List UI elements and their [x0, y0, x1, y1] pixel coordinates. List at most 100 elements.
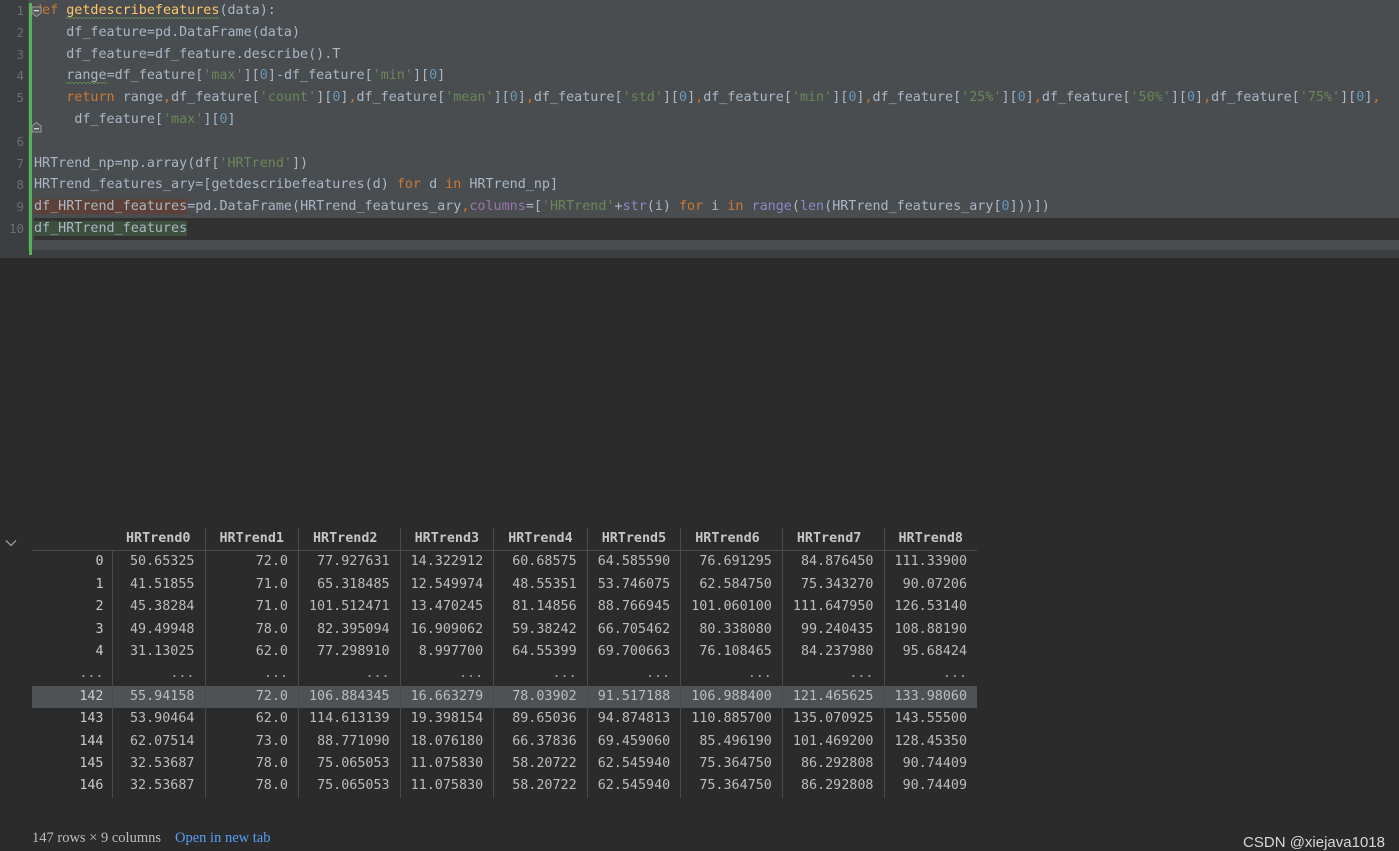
chevron-down-icon[interactable]	[0, 536, 22, 551]
cell[interactable]: 101.512471	[298, 596, 401, 619]
fold-collapse-icon[interactable]	[31, 6, 42, 17]
cell[interactable]: 48.55351	[493, 573, 588, 597]
code-line-8[interactable]: HRTrend_features_ary=[getdescribefeature…	[34, 174, 1399, 196]
table-row[interactable]: 2 45.38284 71.0 101.512471 13.470245 81.…	[32, 596, 977, 619]
cell[interactable]: 66.37836	[493, 730, 588, 754]
cell[interactable]: 32.53687	[112, 753, 206, 776]
cell[interactable]: 18.076180	[400, 730, 495, 754]
cell[interactable]: 75.065053	[298, 753, 401, 776]
code-line-7[interactable]: HRTrend_np=np.array(df['HRTrend'])	[34, 153, 1399, 175]
column-header-HRTrend7[interactable]: HRTrend7	[782, 528, 885, 552]
cell[interactable]: 65.318485	[298, 573, 401, 597]
cell[interactable]: 135.070925	[782, 708, 885, 731]
cell[interactable]: 75.364750	[680, 753, 783, 776]
cell[interactable]: 95.68424	[884, 641, 977, 663]
cell[interactable]: 14.322912	[400, 550, 495, 574]
cell[interactable]: 60.68575	[493, 550, 588, 574]
cell[interactable]: 90.07206	[884, 574, 977, 596]
cell[interactable]: 114.613139	[298, 708, 401, 731]
cell[interactable]: 76.691295	[680, 550, 783, 574]
cell[interactable]: 41.51855	[112, 573, 206, 597]
cell[interactable]: 13.470245	[400, 596, 495, 619]
cell[interactable]: 89.65036	[493, 708, 588, 731]
cell[interactable]: 77.927631	[298, 550, 401, 574]
cell[interactable]: 64.585590	[587, 550, 682, 574]
cell[interactable]: 11.075830	[400, 753, 495, 776]
cell[interactable]: 45.38284	[112, 596, 206, 619]
cell[interactable]: 86.292808	[782, 775, 885, 798]
table-row[interactable]: 146 32.53687 78.0 75.065053 11.075830 58…	[32, 775, 977, 798]
cell[interactable]: 75.065053	[298, 775, 401, 798]
cell[interactable]: 75.343270	[782, 573, 885, 597]
column-header-HRTrend5[interactable]: HRTrend5	[587, 528, 682, 552]
cell[interactable]: 121.465625	[782, 685, 885, 709]
cell[interactable]: 106.884345	[298, 685, 401, 709]
cell[interactable]: 86.292808	[782, 753, 885, 776]
table-row[interactable]: 1 41.51855 71.0 65.318485 12.549974 48.5…	[32, 573, 977, 597]
cell[interactable]: 32.53687	[112, 775, 206, 798]
cell[interactable]: 16.663279	[400, 685, 495, 709]
open-in-new-tab-link[interactable]: Open in new tab	[175, 830, 270, 846]
cell[interactable]: 126.53140	[884, 596, 977, 618]
cell[interactable]: 76.108465	[680, 641, 783, 664]
cell[interactable]: 49.49948	[112, 618, 206, 642]
column-header-HRTrend0[interactable]: HRTrend0	[112, 528, 206, 552]
column-header-HRTrend1[interactable]: HRTrend1	[205, 528, 299, 552]
code-line-1[interactable]: def getdescribefeatures(data):	[34, 0, 1399, 22]
cell[interactable]: 55.94158	[112, 685, 206, 709]
cell[interactable]: 78.0	[205, 775, 299, 798]
cell[interactable]: 69.700663	[587, 641, 682, 664]
column-header-HRTrend3[interactable]: HRTrend3	[400, 528, 495, 552]
table-row-selected[interactable]: 142 55.94158 72.0 106.884345 16.663279 7…	[32, 685, 978, 709]
cell[interactable]: 71.0	[205, 596, 299, 619]
cell[interactable]: 53.746075	[587, 573, 682, 597]
code-line-9[interactable]: df_HRTrend_features=pd.DataFrame(HRTrend…	[34, 196, 1399, 218]
cell[interactable]: 90.74409	[884, 775, 977, 797]
code-line-4[interactable]: range=df_feature['max'][0]-df_feature['m…	[34, 65, 1399, 87]
cell[interactable]: 101.469200	[782, 730, 885, 754]
cell[interactable]: 110.885700	[680, 708, 783, 731]
cell[interactable]: 62.0	[205, 708, 299, 731]
cell[interactable]: 84.237980	[782, 641, 885, 664]
code-line-10[interactable]: df_HRTrend_features	[34, 217, 1399, 240]
cell[interactable]: 71.0	[205, 573, 299, 597]
cell[interactable]: 78.03902	[493, 685, 588, 709]
cell[interactable]: 64.55399	[493, 641, 588, 664]
cell[interactable]: 62.584750	[680, 573, 783, 597]
cell[interactable]: 99.240435	[782, 618, 885, 642]
cell[interactable]: 77.298910	[298, 641, 401, 664]
table-row[interactable]: 145 32.53687 78.0 75.065053 11.075830 58…	[32, 753, 977, 776]
cell[interactable]: 66.705462	[587, 618, 682, 642]
cell[interactable]: 73.0	[205, 730, 299, 754]
cell[interactable]: 101.060100	[680, 596, 783, 619]
cell[interactable]: 69.459060	[587, 730, 682, 754]
cell[interactable]: 62.545940	[587, 775, 682, 798]
code-line-2[interactable]: df_feature=pd.DataFrame(data)	[34, 22, 1399, 44]
cell[interactable]: 58.20722	[493, 775, 588, 798]
cell[interactable]: 82.395094	[298, 618, 401, 642]
cell[interactable]: 75.364750	[680, 775, 783, 798]
dataframe-table[interactable]: HRTrend0 HRTrend1 HRTrend2 HRTrend3 HRTr…	[32, 528, 978, 798]
column-header-HRTrend2[interactable]: HRTrend2	[298, 528, 401, 552]
table-row[interactable]: 0 50.65325 72.0 77.927631 14.322912 60.6…	[32, 550, 977, 574]
cell[interactable]: 31.13025	[112, 641, 206, 664]
cell[interactable]: 72.0	[205, 685, 299, 709]
column-header-HRTrend6[interactable]: HRTrend6	[680, 528, 783, 552]
table-row[interactable]: 143 53.90464 62.0 114.613139 19.398154 8…	[32, 708, 977, 731]
cell[interactable]: 88.766945	[587, 596, 682, 619]
cell[interactable]: 91.517188	[587, 685, 682, 709]
cell[interactable]: 84.876450	[782, 550, 885, 574]
cell[interactable]: 111.647950	[782, 596, 885, 619]
cell[interactable]: 11.075830	[400, 775, 495, 798]
cell[interactable]: 143.55500	[884, 708, 977, 730]
cell[interactable]: 106.988400	[680, 685, 783, 709]
cell[interactable]: 8.997700	[400, 641, 495, 664]
table-row[interactable]: 3 49.49948 78.0 82.395094 16.909062 59.3…	[32, 618, 977, 642]
cell[interactable]: 90.74409	[884, 753, 977, 775]
cell[interactable]: 81.14856	[493, 596, 588, 619]
table-row[interactable]: 144 62.07514 73.0 88.771090 18.076180 66…	[32, 730, 977, 754]
cell[interactable]: 85.496190	[680, 730, 783, 754]
cell[interactable]: 53.90464	[112, 708, 206, 731]
column-header-HRTrend4[interactable]: HRTrend4	[493, 528, 588, 552]
column-header-HRTrend8[interactable]: HRTrend8	[884, 528, 978, 552]
